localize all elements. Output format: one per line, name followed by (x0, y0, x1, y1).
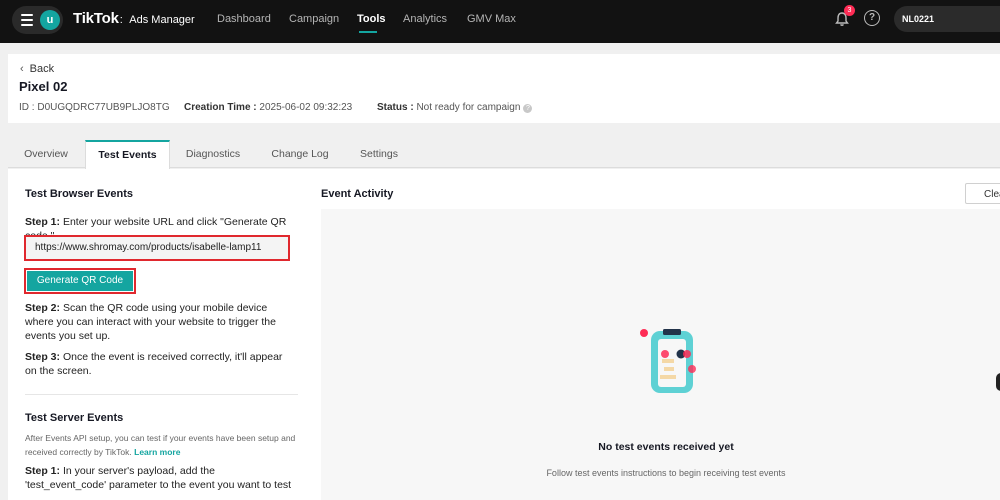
page-title: Pixel 02 (19, 79, 68, 94)
back-label: Back (29, 63, 55, 75)
info-icon[interactable]: ? (523, 104, 533, 113)
brand-subtitle: Ads Manager (129, 14, 195, 26)
instructions-column: Test Browser Events Step 1: Enter your w… (8, 169, 314, 500)
notification-badge: 3 (844, 5, 855, 16)
tab-overview[interactable]: Overview (8, 140, 84, 168)
status-label: Status : (377, 102, 414, 113)
browser-events-title: Test Browser Events (25, 188, 134, 200)
nav-campaign[interactable]: Campaign (289, 13, 339, 25)
event-activity-panel: No test events received yet Follow test … (321, 209, 1000, 500)
top-navigation-bar: u TikTok: Ads Manager Dashboard Campaign… (0, 0, 1000, 43)
generate-qr-label: Generate QR Code (27, 271, 133, 291)
event-activity-title: Event Activity (321, 188, 394, 200)
step-text: Once the event is received correctly, it… (25, 351, 283, 377)
hamburger-icon (21, 14, 33, 26)
tab-diagnostics[interactable]: Diagnostics (172, 140, 254, 168)
user-avatar[interactable]: u (40, 10, 60, 30)
active-nav-indicator (359, 31, 377, 33)
server-events-description: After Events API setup, you can test if … (25, 431, 305, 459)
section-divider (25, 394, 298, 395)
empty-clipboard-icon (635, 51, 715, 131)
step-label: Step 2: (25, 302, 61, 314)
step-label: Step 3: (25, 351, 61, 363)
test-events-panel: Test Browser Events Step 1: Enter your w… (8, 169, 1000, 500)
step-label: Step 1: (25, 465, 61, 477)
tab-bar: Overview Test Events Diagnostics Change … (8, 140, 1000, 169)
empty-state-title: No test events received yet (598, 441, 734, 453)
creation-time-label: Creation Time : (184, 102, 257, 113)
server-step-1: Step 1: In your server's payload, add th… (25, 464, 297, 492)
nav-gmv-max[interactable]: GMV Max (467, 13, 516, 25)
tab-test-events[interactable]: Test Events (85, 140, 170, 169)
menu-toggle[interactable]: u (12, 6, 63, 34)
empty-state-subtitle: Follow test events instructions to begin… (546, 468, 786, 478)
creation-time: Creation Time : 2025-06-02 09:32:23 (184, 102, 352, 113)
nav-dashboard[interactable]: Dashboard (217, 13, 271, 25)
tab-settings[interactable]: Settings (348, 140, 410, 168)
server-events-title: Test Server Events (25, 412, 124, 424)
generate-qr-button[interactable]: Generate QR Code (24, 268, 136, 294)
pixel-id-label: ID : (19, 102, 35, 113)
pixel-id-value: D0UGQDRC77UB9PLJO8TG (37, 102, 170, 113)
website-url-input[interactable]: https://www.shromay.com/products/isabell… (24, 235, 290, 261)
floating-widget-handle[interactable] (996, 373, 1000, 391)
step-label: Step 1: (25, 216, 61, 228)
pixel-status: Status : Not ready for campaign? (377, 102, 533, 113)
nav-tools[interactable]: Tools (357, 13, 386, 25)
brand-separator: : (119, 14, 123, 26)
brand-name: TikTok (73, 10, 119, 27)
pixel-header: ‹ Back Pixel 02 ID : D0UGQDRC77UB9PLJO8TG… (8, 54, 1000, 123)
clear-button[interactable]: Clea (965, 183, 1000, 204)
tab-change-log[interactable]: Change Log (262, 140, 338, 168)
back-link[interactable]: ‹ Back (20, 63, 54, 75)
account-selector[interactable]: NL0221 (894, 6, 1000, 32)
pixel-id: ID : D0UGQDRC77UB9PLJO8TG (19, 102, 170, 113)
status-value: Not ready for campaign (416, 102, 521, 113)
browser-step-2: Step 2: Scan the QR code using your mobi… (25, 301, 297, 343)
learn-more-link[interactable]: Learn more (134, 447, 180, 457)
step-text: In your server's payload, add the 'test_… (25, 465, 292, 491)
step-text: Scan the QR code using your mobile devic… (25, 302, 276, 342)
browser-step-3: Step 3: Once the event is received corre… (25, 350, 297, 378)
event-activity-column: Event Activity Clea No test events recei… (314, 169, 1000, 500)
empty-state-illustration (640, 329, 696, 393)
chevron-left-icon: ‹ (20, 63, 24, 75)
nav-analytics[interactable]: Analytics (403, 13, 447, 25)
brand-logo[interactable]: TikTok: Ads Manager (73, 10, 195, 30)
help-icon[interactable]: ? (864, 10, 880, 26)
creation-time-value: 2025-06-02 09:32:23 (259, 102, 353, 113)
